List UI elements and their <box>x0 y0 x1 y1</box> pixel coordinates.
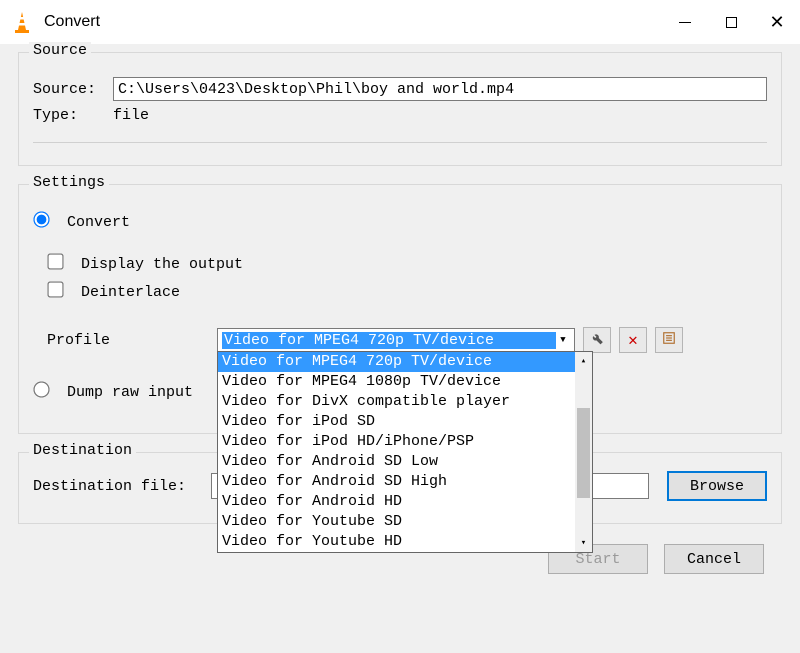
profile-option[interactable]: Video for Youtube HD <box>218 532 575 552</box>
minimize-icon <box>679 22 691 23</box>
profile-option[interactable]: Video for MPEG4 720p TV/device <box>218 352 575 372</box>
close-icon: ✕ <box>769 12 784 33</box>
profile-option[interactable]: Video for MPEG4 1080p TV/device <box>218 372 575 392</box>
profile-option[interactable]: Video for DivX compatible player <box>218 392 575 412</box>
convert-radio-row[interactable]: Convert <box>33 214 130 231</box>
dump-raw-radio[interactable] <box>33 381 49 397</box>
profile-combobox[interactable]: Video for MPEG4 720p TV/device ▼ <box>217 328 575 352</box>
dump-raw-row[interactable]: Dump raw input <box>33 384 193 401</box>
chevron-down-icon: ▼ <box>556 335 570 345</box>
new-profile-button[interactable] <box>655 327 683 353</box>
type-label: Type: <box>33 107 113 124</box>
settings-legend: Settings <box>29 174 109 191</box>
maximize-button[interactable] <box>708 0 754 44</box>
destination-file-label: Destination file: <box>33 478 211 495</box>
profile-option[interactable]: Video for iPod SD <box>218 412 575 432</box>
close-button[interactable]: ✕ <box>754 0 800 44</box>
deinterlace-row[interactable]: Deinterlace <box>47 284 180 301</box>
cancel-button[interactable]: Cancel <box>664 544 764 574</box>
x-delete-icon: ✕ <box>628 330 638 350</box>
profile-option[interactable]: Video for Android HD <box>218 492 575 512</box>
window-title: Convert <box>44 13 100 31</box>
source-label: Source: <box>33 81 113 98</box>
profile-option[interactable]: Video for Android SD Low <box>218 452 575 472</box>
display-output-label: Display the output <box>81 256 243 273</box>
delete-profile-button[interactable]: ✕ <box>619 327 647 353</box>
edit-profile-button[interactable] <box>583 327 611 353</box>
source-input[interactable] <box>113 77 767 101</box>
scroll-thumb[interactable] <box>577 408 590 498</box>
source-group: Source Source: Type: file <box>18 52 782 166</box>
new-profile-icon <box>662 331 676 350</box>
source-legend: Source <box>29 42 91 59</box>
scroll-up-icon[interactable]: ▴ <box>575 352 592 370</box>
display-output-checkbox[interactable] <box>47 253 63 269</box>
convert-radio[interactable] <box>33 211 49 227</box>
destination-legend: Destination <box>29 442 136 459</box>
maximize-icon <box>726 17 737 28</box>
convert-radio-label: Convert <box>67 214 130 231</box>
deinterlace-checkbox[interactable] <box>47 281 63 297</box>
wrench-icon <box>590 331 604 350</box>
settings-group: Settings Convert Display the output Dein… <box>18 184 782 434</box>
profile-label: Profile <box>47 332 217 349</box>
dropdown-scrollbar[interactable]: ▴ ▾ <box>575 352 592 552</box>
browse-button[interactable]: Browse <box>667 471 767 501</box>
profile-dropdown-list[interactable]: Video for MPEG4 720p TV/deviceVideo for … <box>217 351 593 553</box>
deinterlace-label: Deinterlace <box>81 284 180 301</box>
titlebar: Convert ✕ <box>0 0 800 44</box>
profile-option[interactable]: Video for Youtube SD <box>218 512 575 532</box>
scroll-down-icon[interactable]: ▾ <box>575 534 592 552</box>
profile-option[interactable]: Video for Android SD High <box>218 472 575 492</box>
minimize-button[interactable] <box>662 0 708 44</box>
type-value: file <box>113 107 149 124</box>
dump-raw-label: Dump raw input <box>67 384 193 401</box>
profile-option[interactable]: Video for iPod HD/iPhone/PSP <box>218 432 575 452</box>
vlc-cone-icon <box>10 10 34 34</box>
display-output-row[interactable]: Display the output <box>47 256 243 273</box>
source-divider <box>33 142 767 143</box>
profile-selected-value: Video for MPEG4 720p TV/device <box>222 332 556 349</box>
